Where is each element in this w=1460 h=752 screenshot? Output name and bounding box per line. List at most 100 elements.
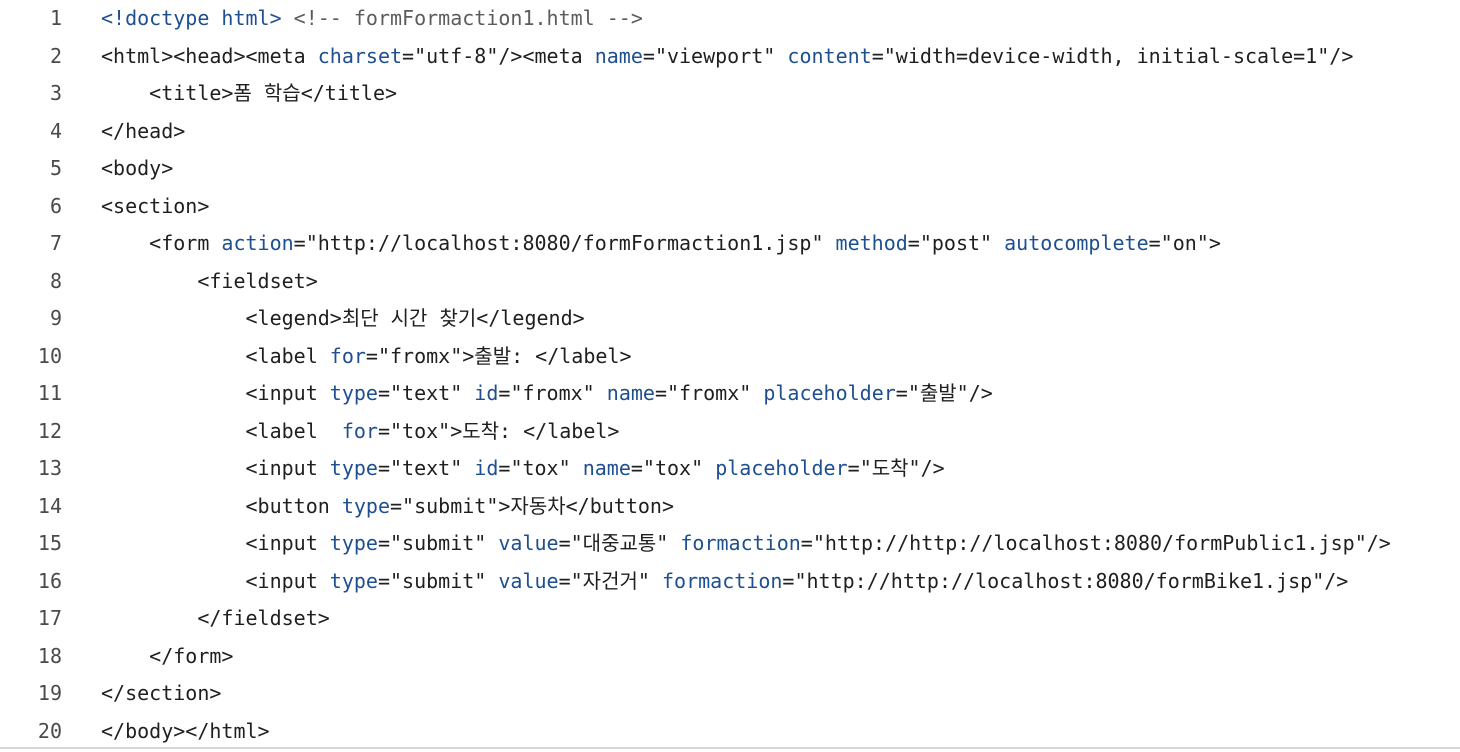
code-token: placeholder bbox=[715, 456, 848, 480]
code-token: <input bbox=[101, 381, 330, 405]
line-code: <input type="text" id="fromx" name="from… bbox=[101, 375, 992, 413]
code-token: <input bbox=[101, 568, 330, 593]
code-token: <button bbox=[101, 493, 342, 518]
code-token: </body></html> bbox=[101, 718, 270, 743]
line-number: 18 bbox=[37, 643, 62, 668]
code-token: = bbox=[558, 568, 571, 593]
code-token: <body> bbox=[101, 156, 174, 180]
code-token: /> bbox=[920, 456, 945, 480]
code-token: = bbox=[558, 531, 571, 555]
line-number: 19 bbox=[37, 681, 62, 705]
line-code: <label for="fromx">출발: </label> bbox=[101, 338, 632, 376]
line-number: 5 bbox=[49, 156, 62, 180]
code-token: <!doctype html> bbox=[101, 6, 282, 30]
line-code: <input type="submit" value="자건거" formact… bbox=[101, 563, 1348, 601]
code-line: 11 <input type="text" id="fromx" name="f… bbox=[0, 375, 1460, 413]
code-token: <html><head><meta bbox=[101, 43, 318, 68]
code-token: autocomplete bbox=[1004, 231, 1149, 255]
code-line: 10 <label for="fromx">출발: </label> bbox=[0, 338, 1460, 376]
code-token: "fromx" bbox=[510, 381, 595, 405]
code-token: "도착" bbox=[859, 456, 921, 480]
code-token: >도착: </label> bbox=[450, 418, 620, 443]
code-token: "fromx" bbox=[667, 381, 752, 405]
code-token: <label bbox=[101, 418, 342, 443]
line-number: 7 bbox=[49, 231, 62, 255]
code-viewer: 1 <!doctype html> <!-- formFormaction1.ht… bbox=[0, 0, 1460, 747]
code-token: </section> bbox=[101, 681, 222, 705]
code-token: = bbox=[377, 418, 390, 443]
line-number: 13 bbox=[37, 456, 62, 480]
code-token: method bbox=[835, 231, 908, 255]
code-token: = bbox=[365, 343, 378, 368]
line-code: <!doctype html> <!-- formFormaction1.htm… bbox=[101, 0, 643, 38]
code-token: = bbox=[847, 456, 860, 480]
code-token: "http://http://localhost:8080/formBike1.… bbox=[794, 568, 1325, 593]
line-number: 20 bbox=[37, 718, 62, 743]
line-code: </fieldset> bbox=[101, 600, 330, 638]
line-number: 15 bbox=[37, 531, 62, 555]
code-token: "tox" bbox=[510, 456, 571, 480]
line-code: </body></html> bbox=[101, 713, 270, 751]
code-token: /> bbox=[1329, 43, 1354, 68]
code-token: /> bbox=[1366, 531, 1391, 555]
code-line: 6 <section> bbox=[0, 188, 1460, 226]
code-token: "http://localhost:8080/formFormaction1.j… bbox=[305, 231, 824, 255]
code-token: = bbox=[377, 456, 390, 480]
code-line: 5 <body> bbox=[0, 150, 1460, 188]
code-token: <fieldset> bbox=[101, 268, 318, 293]
code-line: 4 </head> bbox=[0, 113, 1460, 151]
code-token: "submit" bbox=[402, 493, 499, 518]
code-token: = bbox=[782, 568, 795, 593]
line-code: <input type="text" id="tox" name="tox" p… bbox=[101, 450, 945, 488]
code-token: > bbox=[1208, 231, 1221, 255]
code-token: </fieldset> bbox=[101, 606, 330, 630]
code-token: value bbox=[498, 531, 559, 555]
code-token: "utf-8" bbox=[414, 43, 499, 68]
line-number: 6 bbox=[49, 193, 62, 218]
code-token: = bbox=[377, 381, 390, 405]
code-token: >자동차</button> bbox=[498, 493, 674, 518]
code-token: <input bbox=[101, 456, 330, 480]
code-line: 15 <input type="submit" value="대중교통" for… bbox=[0, 525, 1460, 563]
line-code: <html><head><meta charset="utf-8"/><meta… bbox=[101, 38, 1353, 76]
code-token: >출발: </label> bbox=[462, 343, 632, 368]
code-token: = bbox=[498, 381, 511, 405]
code-token: content bbox=[787, 43, 872, 68]
code-line: 19 </section> bbox=[0, 675, 1460, 713]
line-number: 14 bbox=[37, 493, 62, 518]
code-token: = bbox=[630, 456, 643, 480]
code-line: 9 <legend>최단 시간 찾기</legend> bbox=[0, 300, 1460, 338]
code-token: = bbox=[390, 493, 403, 518]
code-token: name bbox=[606, 381, 655, 405]
code-token: <input bbox=[101, 531, 330, 555]
code-token: type bbox=[329, 531, 378, 555]
code-line: 20 </body></html> bbox=[0, 713, 1460, 751]
code-token: id bbox=[474, 381, 499, 405]
code-token: "width=device-width, initial-scale=1" bbox=[883, 43, 1330, 68]
code-token: type bbox=[329, 381, 378, 405]
code-token: <form bbox=[101, 231, 222, 255]
line-number: 4 bbox=[49, 118, 62, 143]
code-token: id bbox=[474, 456, 499, 480]
code-token: "text" bbox=[390, 381, 463, 405]
code-token: "대중교통" bbox=[570, 531, 669, 555]
code-token: </form> bbox=[101, 643, 234, 668]
line-number: 16 bbox=[37, 568, 62, 593]
code-token: <!-- formFormaction1.html --> bbox=[281, 6, 643, 30]
code-token: = bbox=[377, 531, 390, 555]
code-token: "http://http://localhost:8080/formPublic… bbox=[812, 531, 1367, 555]
code-token: for bbox=[341, 418, 378, 443]
code-token: "tox" bbox=[642, 456, 704, 480]
code-token: formaction bbox=[661, 568, 783, 593]
line-code: <input type="submit" value="대중교통" formac… bbox=[101, 525, 1391, 563]
code-token: <legend>최단 시간 찾기</legend> bbox=[101, 306, 585, 330]
code-token: = bbox=[402, 43, 415, 68]
